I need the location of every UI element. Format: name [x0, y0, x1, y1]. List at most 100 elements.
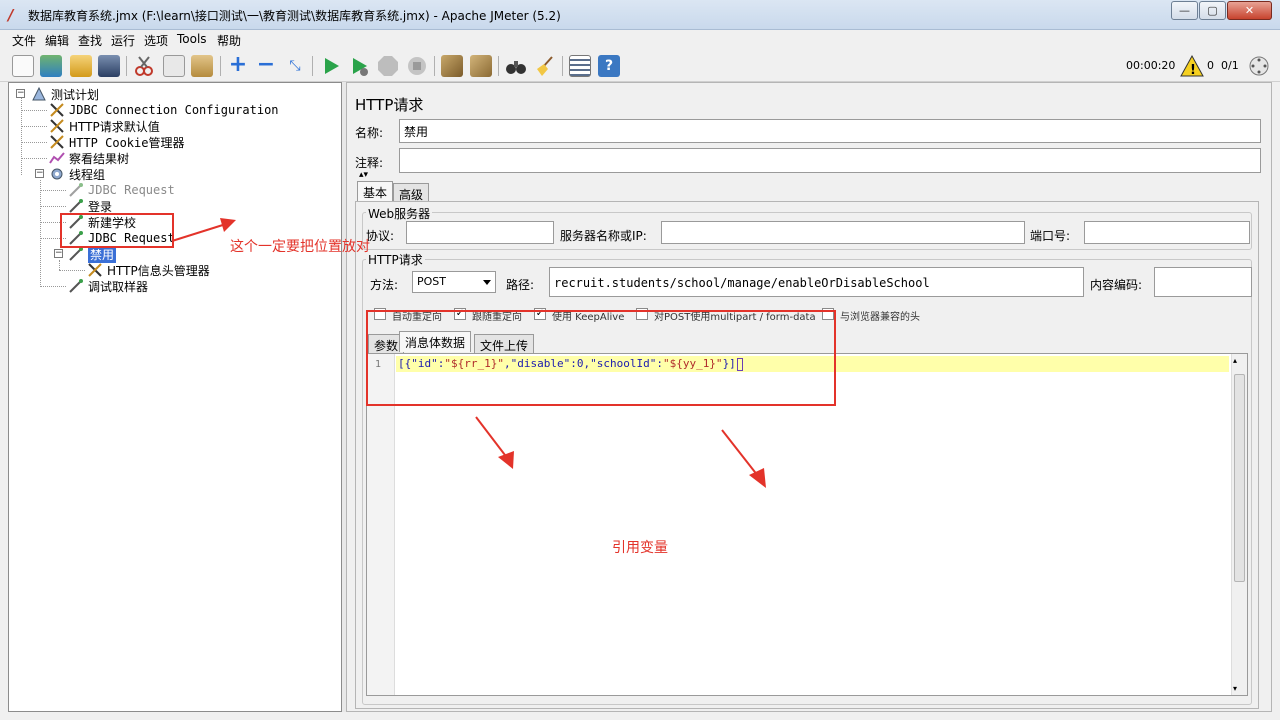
tree-item-thread-group[interactable]: 线程组: [49, 166, 105, 182]
annotation-arrow-right: [721, 429, 766, 488]
close-button[interactable]: ✕: [1227, 1, 1272, 20]
new-icon[interactable]: [12, 55, 34, 77]
protocol-field[interactable]: [406, 221, 554, 244]
open-icon[interactable]: [70, 55, 92, 77]
scroll-thumb[interactable]: [1234, 374, 1245, 582]
toolbar-separator: [498, 56, 499, 76]
warning-count: 0: [1207, 59, 1214, 72]
copy-icon[interactable]: [163, 55, 185, 77]
config-tools-icon: [49, 135, 65, 149]
minimize-button[interactable]: —: [1171, 1, 1198, 20]
server-label: 服务器名称或IP:: [560, 229, 647, 243]
chevron-down-icon: [483, 280, 491, 285]
toolbar: + − ⤡ ? 00:00:20 ! 0 0/1: [0, 50, 1280, 82]
splitter-arrows-icon[interactable]: ▴▾: [359, 170, 368, 180]
shutdown-icon[interactable]: [406, 55, 428, 77]
remote-status-icon: [1248, 55, 1270, 77]
collapse-icon[interactable]: −: [255, 54, 277, 77]
tree-item-jdbc-config[interactable]: JDBC Connection Configuration: [49, 102, 279, 118]
cut-icon[interactable]: [133, 55, 155, 77]
toolbar-separator: [312, 56, 313, 76]
path-label: 路径:: [506, 278, 535, 292]
thread-count: 0/1: [1221, 59, 1239, 72]
gear-icon: [49, 167, 65, 181]
menu-edit[interactable]: 编辑: [45, 32, 69, 49]
paste-icon[interactable]: [191, 55, 213, 77]
menu-run[interactable]: 运行: [111, 32, 135, 49]
sampler-pipette-icon: [68, 279, 84, 293]
tree-item-cookie-manager[interactable]: HTTP Cookie管理器: [49, 134, 184, 150]
collapse-thread-group[interactable]: −: [35, 169, 44, 178]
test-plan-icon: [31, 86, 47, 101]
config-tools-icon: [49, 103, 65, 117]
menu-help[interactable]: 帮助: [217, 32, 241, 49]
tree-item-jdbc-request-disabled[interactable]: JDBC Request: [68, 182, 175, 198]
tree-item-debug-sampler[interactable]: 调试取样器: [68, 278, 148, 294]
maximize-button[interactable]: ▢: [1199, 1, 1226, 20]
tree-item-http-defaults[interactable]: HTTP请求默认值: [49, 118, 160, 134]
tree-item-disable-request[interactable]: 禁用: [68, 245, 117, 263]
menu-search[interactable]: 查找: [78, 32, 102, 49]
method-label: 方法:: [370, 278, 399, 292]
menu-tools[interactable]: Tools: [177, 32, 207, 46]
start-no-pause-icon[interactable]: [348, 55, 370, 77]
annotation-box-tree: [60, 213, 174, 248]
menu-options[interactable]: 选项: [144, 32, 168, 49]
browser-headers-label: 与浏览器兼容的头: [840, 312, 920, 323]
warning-icon[interactable]: !: [1180, 54, 1204, 78]
collapse-test-plan[interactable]: −: [16, 89, 25, 98]
menu-file[interactable]: 文件: [12, 32, 36, 49]
tree-item-results-tree[interactable]: 察看结果树: [49, 150, 129, 166]
tree-item-test-plan[interactable]: 测试计划: [31, 86, 99, 102]
clear-all-icon[interactable]: [470, 55, 492, 77]
port-label: 端口号:: [1030, 229, 1071, 243]
annotation-text-tree: 这个一定要把位置放对: [230, 239, 370, 255]
jmeter-feather-icon: /: [8, 6, 14, 24]
menu-bar: 文件 编辑 查找 运行 选项 Tools 帮助: [0, 30, 1280, 50]
server-field[interactable]: [661, 221, 1025, 244]
expand-icon[interactable]: +: [227, 54, 249, 77]
annotation-arrow-left: [475, 416, 514, 469]
broom-icon[interactable]: [534, 55, 556, 77]
path-field[interactable]: recruit.students/school/manage/enableOrD…: [549, 267, 1084, 297]
elapsed-timer: 00:00:20: [1126, 59, 1176, 72]
encoding-field[interactable]: [1154, 267, 1252, 297]
comment-field[interactable]: [399, 148, 1261, 173]
tab-basic[interactable]: 基本: [357, 181, 394, 202]
annotation-text-body: 引用变量: [612, 540, 668, 556]
binoculars-icon[interactable]: [505, 55, 527, 77]
tree-item-header-manager[interactable]: HTTP信息头管理器: [87, 262, 210, 278]
name-field[interactable]: 禁用: [399, 119, 1261, 143]
http-request-group-title: HTTP请求: [366, 251, 425, 268]
function-helper-icon[interactable]: [569, 55, 591, 77]
clear-icon[interactable]: [441, 55, 463, 77]
protocol-label: 协议:: [366, 229, 395, 243]
config-tools-icon: [49, 119, 65, 133]
test-plan-tree: − 测试计划 JDBC Connection Configuration HTT…: [8, 82, 342, 712]
toggle-icon[interactable]: ⤡: [284, 55, 306, 77]
listener-chart-icon: [49, 151, 65, 165]
editor-scrollbar[interactable]: ▴ ▾: [1231, 354, 1247, 695]
stop-icon[interactable]: [377, 55, 399, 77]
sampler-pipette-icon: [68, 183, 84, 197]
port-field[interactable]: [1084, 221, 1250, 244]
scroll-up-icon[interactable]: ▴: [1233, 356, 1237, 365]
tree-item-login[interactable]: 登录: [68, 198, 112, 214]
start-icon[interactable]: [320, 55, 342, 77]
collapse-disable-request[interactable]: −: [54, 249, 63, 258]
templates-icon[interactable]: [40, 55, 62, 77]
annotation-box-body: [366, 310, 836, 406]
window-title: 数据库教育系统.jmx (F:\learn\接口测试\一\教育测试\数据库教育系…: [28, 9, 561, 23]
help-icon[interactable]: ?: [598, 55, 620, 77]
save-icon[interactable]: [98, 55, 120, 77]
svg-text:!: !: [1190, 63, 1196, 78]
tab-advanced[interactable]: 高级: [393, 183, 430, 203]
config-tools-icon: [87, 263, 103, 277]
sampler-pipette-icon: [68, 247, 84, 261]
encoding-label: 内容编码:: [1090, 278, 1143, 292]
comment-label: 注释:: [355, 156, 384, 170]
method-select[interactable]: POST: [412, 271, 496, 293]
scroll-down-icon[interactable]: ▾: [1233, 684, 1237, 693]
web-server-group-title: Web服务器: [366, 205, 433, 222]
sampler-pipette-icon: [68, 199, 84, 213]
